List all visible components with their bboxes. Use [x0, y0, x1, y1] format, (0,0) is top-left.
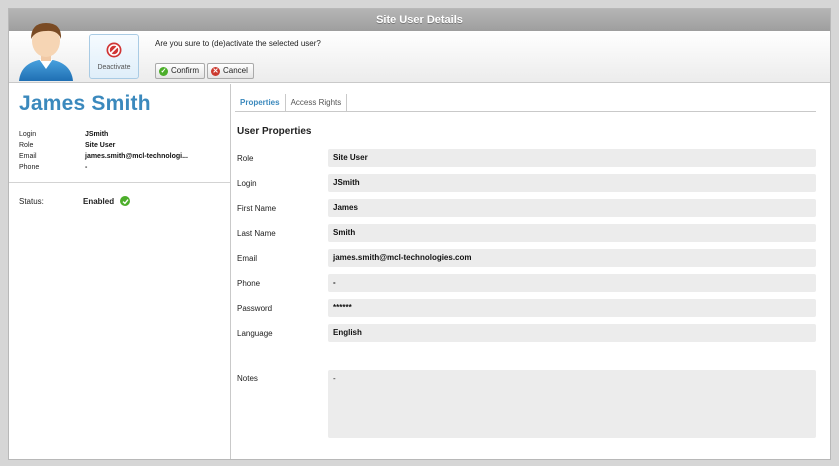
- property-value: james.smith@mcl-technologies.com: [328, 249, 816, 267]
- info-row-email: Email james.smith@mcl-technologi...: [19, 151, 188, 162]
- property-value: Site User: [328, 149, 816, 167]
- check-circle-icon: [120, 196, 131, 206]
- user-info-list: Login JSmith Role Site User Email james.…: [19, 129, 188, 173]
- property-label: Login: [237, 178, 257, 188]
- property-value: English: [328, 324, 816, 342]
- window-title: Site User Details: [9, 9, 830, 31]
- property-row-phone: Phone -: [237, 274, 816, 292]
- property-label: Language: [237, 328, 273, 338]
- property-value: JSmith: [328, 174, 816, 192]
- property-value: ******: [328, 299, 816, 317]
- property-row-password: Password ******: [237, 299, 816, 317]
- property-label: Role: [237, 153, 254, 163]
- info-value: -: [85, 164, 88, 171]
- property-label: Phone: [237, 278, 261, 288]
- user-avatar-icon: [19, 23, 73, 81]
- status-value: Enabled: [83, 196, 115, 206]
- property-label: Last Name: [237, 228, 276, 238]
- property-label: Password: [237, 303, 273, 313]
- status-row: Status: Enabled: [19, 196, 131, 206]
- info-label: Phone: [19, 164, 40, 171]
- info-row-phone: Phone -: [19, 162, 188, 173]
- info-value: james.smith@mcl-technologi...: [85, 153, 188, 160]
- property-row-notes: Notes -: [237, 370, 816, 438]
- info-row-role: Role Site User: [19, 140, 188, 151]
- user-name-heading: James Smith: [19, 92, 151, 115]
- cancel-button[interactable]: ✕ Cancel: [207, 63, 254, 79]
- tab-bar: Properties Access Rights: [235, 94, 816, 112]
- property-row-first-name: First Name James: [237, 199, 816, 217]
- site-user-details-window: Site User Details Deactivate Are you sur…: [8, 8, 831, 460]
- toolbar: Deactivate Are you sure to (de)activate …: [9, 23, 830, 83]
- section-title: User Properties: [237, 126, 312, 137]
- property-row-last-name: Last Name Smith: [237, 224, 816, 242]
- x-icon: ✕: [211, 66, 220, 76]
- property-label: Email: [237, 253, 258, 263]
- notes-label: Notes: [237, 374, 258, 383]
- property-row-login: Login JSmith: [237, 174, 816, 192]
- info-row-login: Login JSmith: [19, 129, 188, 140]
- property-row-role: Role Site User: [237, 149, 816, 167]
- confirm-label: Confirm: [171, 66, 200, 75]
- confirmation-question: Are you sure to (de)activate the selecte…: [155, 39, 321, 48]
- status-label: Status:: [19, 196, 44, 206]
- tab-access-rights[interactable]: Access Rights: [286, 94, 348, 112]
- details-panel: Properties Access Rights User Properties…: [235, 84, 830, 459]
- info-value: JSmith: [85, 131, 109, 138]
- info-value: Site User: [85, 142, 116, 149]
- info-label: Email: [19, 153, 37, 160]
- cancel-label: Cancel: [223, 66, 248, 75]
- no-entry-icon: [106, 42, 122, 58]
- tab-properties[interactable]: Properties: [235, 94, 286, 112]
- property-row-language: Language English: [237, 324, 816, 342]
- notes-value: -: [328, 370, 816, 438]
- property-value: James: [328, 199, 816, 217]
- property-label: First Name: [237, 203, 277, 213]
- property-value: -: [328, 274, 816, 292]
- property-value: Smith: [328, 224, 816, 242]
- check-icon: ✓: [159, 66, 168, 76]
- user-summary-panel: James Smith Login JSmith Role Site User …: [9, 84, 231, 459]
- deactivate-button[interactable]: Deactivate: [89, 34, 139, 79]
- deactivate-label: Deactivate: [97, 64, 131, 71]
- property-row-email: Email james.smith@mcl-technologies.com: [237, 249, 816, 267]
- confirm-button[interactable]: ✓ Confirm: [155, 63, 206, 79]
- info-label: Role: [19, 142, 34, 149]
- info-label: Login: [19, 131, 37, 138]
- divider: [9, 182, 230, 183]
